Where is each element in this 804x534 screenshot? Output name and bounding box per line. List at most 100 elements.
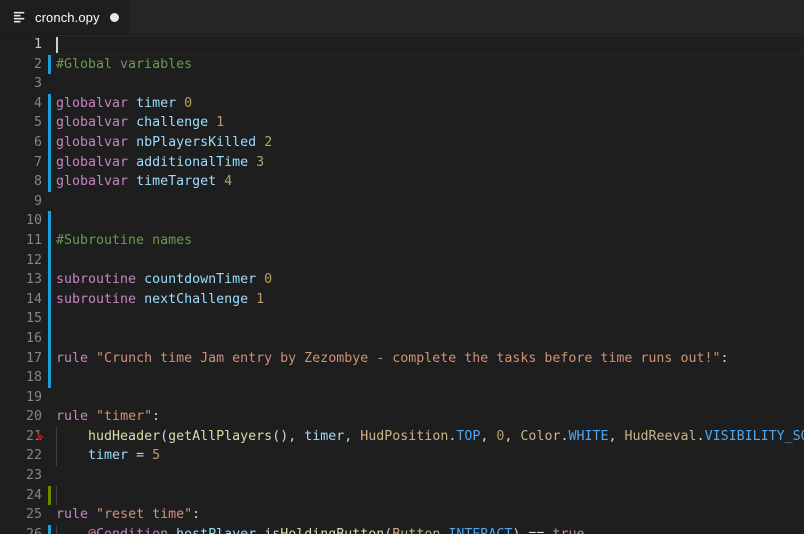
diff-marker-modified[interactable] [48, 309, 51, 329]
line-content[interactable]: hudHeader(getAllPlayers(), timer, HudPos… [56, 427, 804, 447]
line-content[interactable]: globalvar timeTarget 4 [56, 172, 232, 192]
line-content[interactable]: globalvar nbPlayersKilled 2 [56, 133, 272, 153]
line-number: 9 [33, 193, 42, 209]
editor-line[interactable]: 1 [0, 35, 804, 55]
editor-line[interactable]: 6 globalvar nbPlayersKilled 2 [0, 132, 804, 153]
token-op [88, 351, 96, 366]
diff-marker-modified[interactable] [48, 368, 51, 388]
line-content[interactable]: #Global variables [56, 55, 192, 75]
editor-line[interactable]: 20 rule "timer": [0, 407, 804, 427]
editor-line[interactable]: 19 [0, 388, 804, 408]
line-number: 18 [25, 370, 42, 386]
token-num: 4 [224, 174, 233, 190]
editor-line[interactable]: 11 #Subroutine names [0, 230, 804, 251]
line-content[interactable]: globalvar additionalTime 3 [56, 153, 264, 173]
editor-line[interactable]: 25 rule "reset time": [0, 505, 804, 525]
active-line-highlight [56, 35, 804, 55]
line-content[interactable]: timer = 5 [56, 446, 160, 466]
diff-marker-modified[interactable] [48, 93, 51, 114]
editor-tab-cronch-opy[interactable]: cronch.opy [0, 0, 130, 34]
token-pn: : [192, 507, 201, 523]
editor-line[interactable]: 16 [0, 328, 804, 349]
run-rule-icon[interactable] [38, 432, 44, 441]
diff-marker-modified[interactable] [48, 230, 51, 251]
diff-marker-modified[interactable] [48, 172, 51, 192]
editor-line[interactable]: 13 subroutine countdownTimer 0 [0, 270, 804, 290]
diff-marker-modified[interactable] [48, 348, 51, 369]
line-content[interactable]: subroutine countdownTimer 0 [56, 270, 272, 290]
diff-marker-modified[interactable] [48, 289, 51, 310]
line-content[interactable]: subroutine nextChallenge 1 [56, 290, 264, 310]
editor-line[interactable]: 21 hudHeader(getAllPlayers(), timer, Hud… [0, 426, 804, 447]
token-op [208, 115, 216, 130]
editor-line[interactable]: 14 subroutine nextChallenge 1 [0, 289, 804, 310]
editor-line[interactable]: 3 [0, 74, 804, 94]
line-content[interactable]: #Subroutine names [56, 231, 192, 251]
line-content[interactable]: globalvar challenge 1 [56, 113, 224, 133]
token-fn: hudHeader [88, 428, 161, 444]
line-number: 17 [25, 350, 42, 366]
token-op [128, 155, 136, 170]
line-content[interactable]: @Condition hostPlayer.isHoldingButton(Bu… [56, 525, 584, 534]
token-var: timer [136, 95, 177, 111]
token-var: timeTarget [136, 174, 217, 190]
editor-line[interactable]: 5 globalvar challenge 1 [0, 113, 804, 133]
line-content[interactable]: rule "reset time": [56, 505, 200, 525]
token-pn: , [504, 428, 521, 444]
editor-line[interactable]: 2 #Global variables [0, 54, 804, 75]
token-kw: globalvar [56, 115, 129, 131]
editor-line[interactable]: 22 timer = 5 [0, 446, 804, 467]
token-num: 1 [216, 115, 225, 131]
token-kw: rule [56, 350, 89, 366]
editor-line[interactable]: 8 globalvar timeTarget 4 [0, 172, 804, 192]
diff-marker-modified[interactable] [48, 211, 51, 231]
editor-line[interactable]: 12 [0, 250, 804, 271]
diff-marker-modified[interactable] [48, 152, 51, 173]
token-pn: , [344, 428, 361, 444]
diff-marker-modified[interactable] [48, 524, 51, 534]
line-number: 11 [25, 232, 42, 248]
editor-line[interactable]: 23 [0, 466, 804, 486]
editor-line[interactable]: 9 [0, 192, 804, 212]
line-number: 8 [33, 174, 42, 190]
token-deco: @Condition [88, 527, 168, 534]
token-num: 5 [152, 448, 161, 464]
token-var: hostPlayer [176, 527, 256, 534]
token-kw: rule [56, 507, 89, 523]
token-op [256, 272, 264, 287]
diff-marker-modified[interactable] [48, 270, 51, 290]
editor-line[interactable]: 7 globalvar additionalTime 3 [0, 152, 804, 173]
editor-line[interactable]: 26 @Condition hostPlayer.isHoldingButton… [0, 524, 804, 534]
diff-marker-modified[interactable] [48, 250, 51, 271]
code-editor[interactable]: 1 2 #Global variables 3 4 globalvar timer 05g… [0, 35, 804, 534]
token-op [248, 155, 256, 170]
token-pn: , [608, 428, 625, 444]
diff-marker-modified[interactable] [48, 113, 51, 133]
token-var: challenge [136, 115, 209, 131]
token-fn: getAllPlayers [168, 428, 273, 444]
line-number: 20 [25, 409, 42, 425]
diff-marker-added[interactable] [48, 485, 51, 506]
editor-line[interactable]: 4 globalvar timer 0 [0, 93, 804, 114]
diff-marker-modified[interactable] [48, 132, 51, 153]
line-number: 12 [25, 252, 42, 268]
token-str: "Crunch time Jam entry by Zezombye - com… [96, 350, 721, 366]
editor-line[interactable]: 15 [0, 309, 804, 329]
editor-line[interactable]: 18 [0, 368, 804, 388]
token-op [256, 135, 264, 150]
line-content[interactable]: rule "Crunch time Jam entry by Zezombye … [56, 349, 728, 369]
tab-bar: cronch.opy [0, 0, 804, 35]
token-com: #Global variables [56, 56, 193, 72]
editor-line[interactable]: 17 rule "Crunch time Jam entry by Zezomby… [0, 348, 804, 369]
line-content[interactable]: globalvar timer 0 [56, 94, 192, 114]
diff-marker-modified[interactable] [48, 328, 51, 349]
token-num: 2 [264, 134, 273, 150]
editor-line[interactable]: 24 [0, 485, 804, 506]
token-kw: true [552, 527, 584, 534]
line-number: 22 [25, 448, 42, 464]
diff-marker-modified[interactable] [48, 54, 51, 75]
tab-dirty-indicator[interactable] [109, 12, 119, 22]
token-fn: isHoldingButton [264, 527, 384, 534]
editor-line[interactable]: 10 [0, 211, 804, 231]
line-content[interactable]: rule "timer": [56, 407, 160, 427]
